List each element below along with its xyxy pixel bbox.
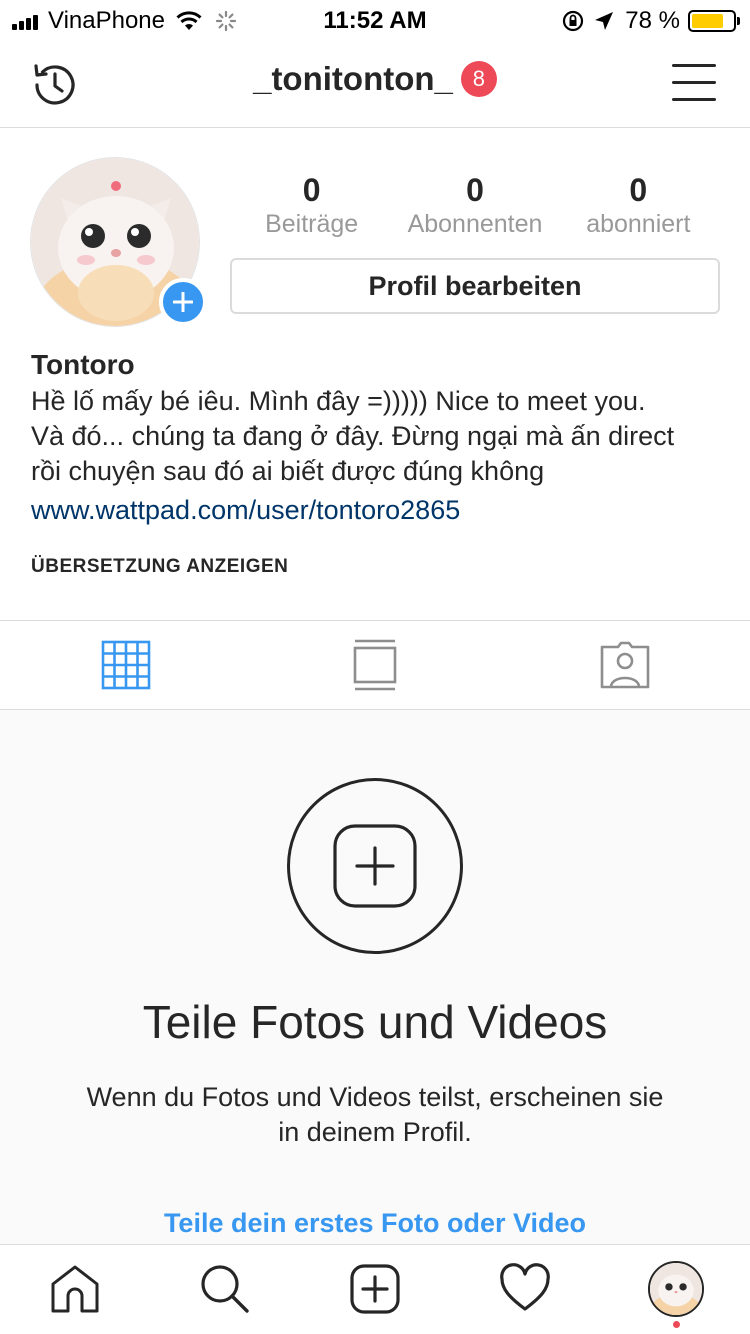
- stat-label: Beiträge: [265, 210, 359, 238]
- feed-icon[interactable]: [349, 639, 401, 691]
- notification-badge: 8: [460, 61, 497, 97]
- show-translation-button[interactable]: ÜBERSETZUNG ANZEIGEN: [31, 556, 288, 578]
- battery-icon: [688, 10, 740, 32]
- heart-icon[interactable]: [499, 1263, 551, 1315]
- profile-bio: Tontoro Hề lố mấy bé iêu. Mình đây =))))…: [31, 346, 731, 529]
- profile-activity-dot: [673, 1321, 680, 1328]
- bottom-navigation-bar: [0, 1244, 750, 1334]
- profile-tabs: [0, 620, 750, 710]
- profile-name: Tontoro: [31, 349, 135, 380]
- stat-value: 0: [466, 172, 484, 208]
- status-bar: VinaPhone 11:52 AM 78 %: [0, 0, 750, 40]
- tagged-icon[interactable]: [599, 639, 651, 691]
- cat-photo-small: [650, 1263, 702, 1315]
- home-icon[interactable]: [49, 1263, 101, 1315]
- profile-tab-avatar[interactable]: [648, 1261, 704, 1317]
- add-post-icon: [333, 824, 417, 908]
- menu-icon[interactable]: [672, 64, 716, 104]
- stat-following[interactable]: 0 abonniert: [557, 172, 720, 239]
- username-label: _tonitonton_: [253, 60, 453, 97]
- profile-stats: 0 Beiträge 0 Abonnenten 0 abonniert: [230, 172, 720, 239]
- edit-profile-button[interactable]: Profil bearbeiten: [230, 258, 720, 314]
- bio-line: rồi chuyện sau đó ai biết được đúng khôn…: [31, 456, 545, 486]
- top-navigation-bar: _tonitonton_ 8: [0, 40, 750, 128]
- grid-icon[interactable]: [100, 639, 152, 691]
- status-right: 78 %: [561, 7, 740, 35]
- battery-percent: 78 %: [625, 7, 680, 34]
- stat-value: 0: [302, 172, 321, 208]
- stat-followers[interactable]: 0 Abonnenten: [393, 172, 556, 239]
- empty-state-heading: Teile Fotos und Videos: [142, 996, 608, 1048]
- share-first-photo-link[interactable]: Teile dein erstes Foto oder Video: [0, 1208, 750, 1239]
- rotation-lock-icon: [563, 10, 584, 32]
- profile-username-header[interactable]: _tonitonton_ 8: [0, 60, 750, 98]
- stat-label: Abonnenten: [407, 210, 543, 238]
- bio-line: Hề lố mấy bé iêu. Mình đây =))))) Nice t…: [31, 386, 646, 416]
- search-icon[interactable]: [199, 1263, 251, 1315]
- new-post-icon[interactable]: [349, 1263, 401, 1315]
- empty-posts-state: Teile Fotos und Videos Wenn du Fotos und…: [0, 710, 750, 1244]
- website-link[interactable]: www.wattpad.com/user/tontoro2865: [31, 491, 731, 529]
- location-arrow-icon: [595, 12, 614, 30]
- stat-value: 0: [629, 172, 648, 208]
- new-post-circle[interactable]: [287, 778, 463, 954]
- stat-posts[interactable]: 0 Beiträge: [230, 172, 393, 239]
- plus-icon: [173, 292, 193, 312]
- stat-label: abonniert: [586, 210, 691, 238]
- add-story-button[interactable]: [159, 278, 207, 326]
- bio-line: Và đó... chúng ta đang ở đây. Đừng ngại …: [31, 421, 675, 451]
- empty-state-description: Wenn du Fotos und Videos teilst, erschei…: [86, 1082, 664, 1147]
